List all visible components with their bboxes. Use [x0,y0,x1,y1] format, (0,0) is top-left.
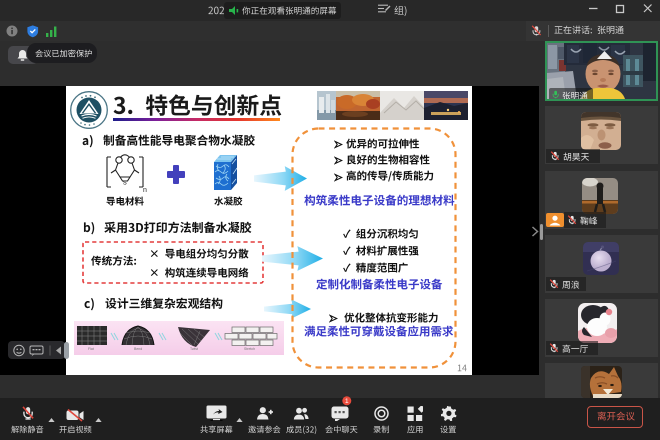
svg-text:Bend: Bend [134,347,142,351]
svg-text:Twist: Twist [190,347,198,351]
svg-text:1: 1 [345,398,349,405]
svg-text:Flat: Flat [88,347,94,351]
svg-text:Stretch: Stretch [244,347,255,351]
svg-text:n: n [143,187,147,194]
svg-text:s: s [123,178,127,187]
